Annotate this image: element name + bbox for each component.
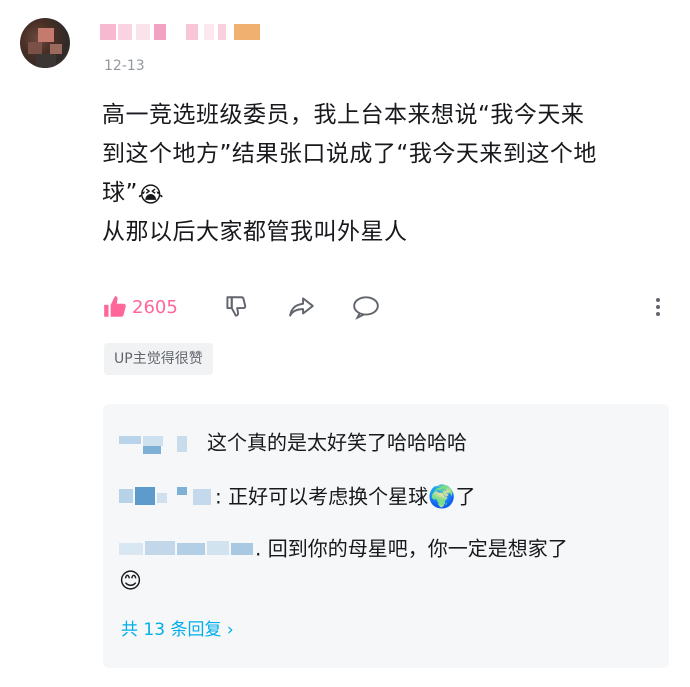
smiling-face-emoji: 😊 <box>119 568 142 594</box>
laugh-cry-emoji: 😭 <box>137 183 165 208</box>
username-censored[interactable] <box>100 24 270 44</box>
reply-text: . 回到你的母星吧，你一定是想家了 <box>255 536 568 561</box>
dislike-button[interactable] <box>222 290 248 324</box>
thumbs-down-icon <box>226 296 247 317</box>
reply-item[interactable]: . 回到你的母星吧，你一定是想家了 😊 <box>119 532 568 592</box>
comment-line: 从那以后大家都管我叫外星人 <box>102 219 408 245</box>
action-bar: 2605 <box>102 290 672 324</box>
more-vertical-icon <box>656 298 660 316</box>
comment-bubble-icon <box>353 296 379 320</box>
comment-date: 12-13 <box>104 58 145 74</box>
comment-line: 高一竞选班级委员，我上台本来想说“我今天来 <box>102 102 585 128</box>
more-options-button[interactable] <box>654 290 662 324</box>
reply-username-censored <box>119 537 255 561</box>
earth-globe-emoji: 🌍 <box>428 485 456 510</box>
reply-username-censored <box>119 432 193 454</box>
comment-card: 12-13 高一竞选班级委员，我上台本来想说“我今天来 到这个地方”结果张口说成… <box>0 0 690 687</box>
reply-text-tail: 了 <box>455 484 476 509</box>
share-button[interactable] <box>288 290 316 324</box>
comment-line: 到这个地方”结果张口说成了“我今天来到这个地 <box>102 141 597 167</box>
comment-content: 高一竞选班级委员，我上台本来想说“我今天来 到这个地方”结果张口说成了“我今天来… <box>102 96 672 252</box>
reply-item[interactable]: : 正好可以考虑换个星球🌍了 <box>119 480 476 510</box>
reply-item[interactable]: 这个真的是太好笑了哈哈哈哈 <box>119 426 467 456</box>
reply-username-censored <box>119 485 215 509</box>
view-more-replies-link[interactable]: 共 13 条回复 › <box>121 615 234 640</box>
like-button[interactable]: 2605 <box>102 290 178 324</box>
avatar[interactable] <box>20 18 70 68</box>
up-liked-badge: UP主觉得很赞 <box>104 343 213 375</box>
share-arrow-icon <box>289 297 314 317</box>
reply-text: 这个真的是太好笑了哈哈哈哈 <box>207 430 467 455</box>
like-count: 2605 <box>132 296 178 318</box>
comment-line-text: 球” <box>102 180 138 206</box>
thumbs-up-icon <box>104 296 126 317</box>
comment-line: 球”😭 <box>102 174 672 213</box>
reply-button[interactable] <box>352 290 380 324</box>
reply-text: : 正好可以考虑换个星球 <box>215 484 429 509</box>
